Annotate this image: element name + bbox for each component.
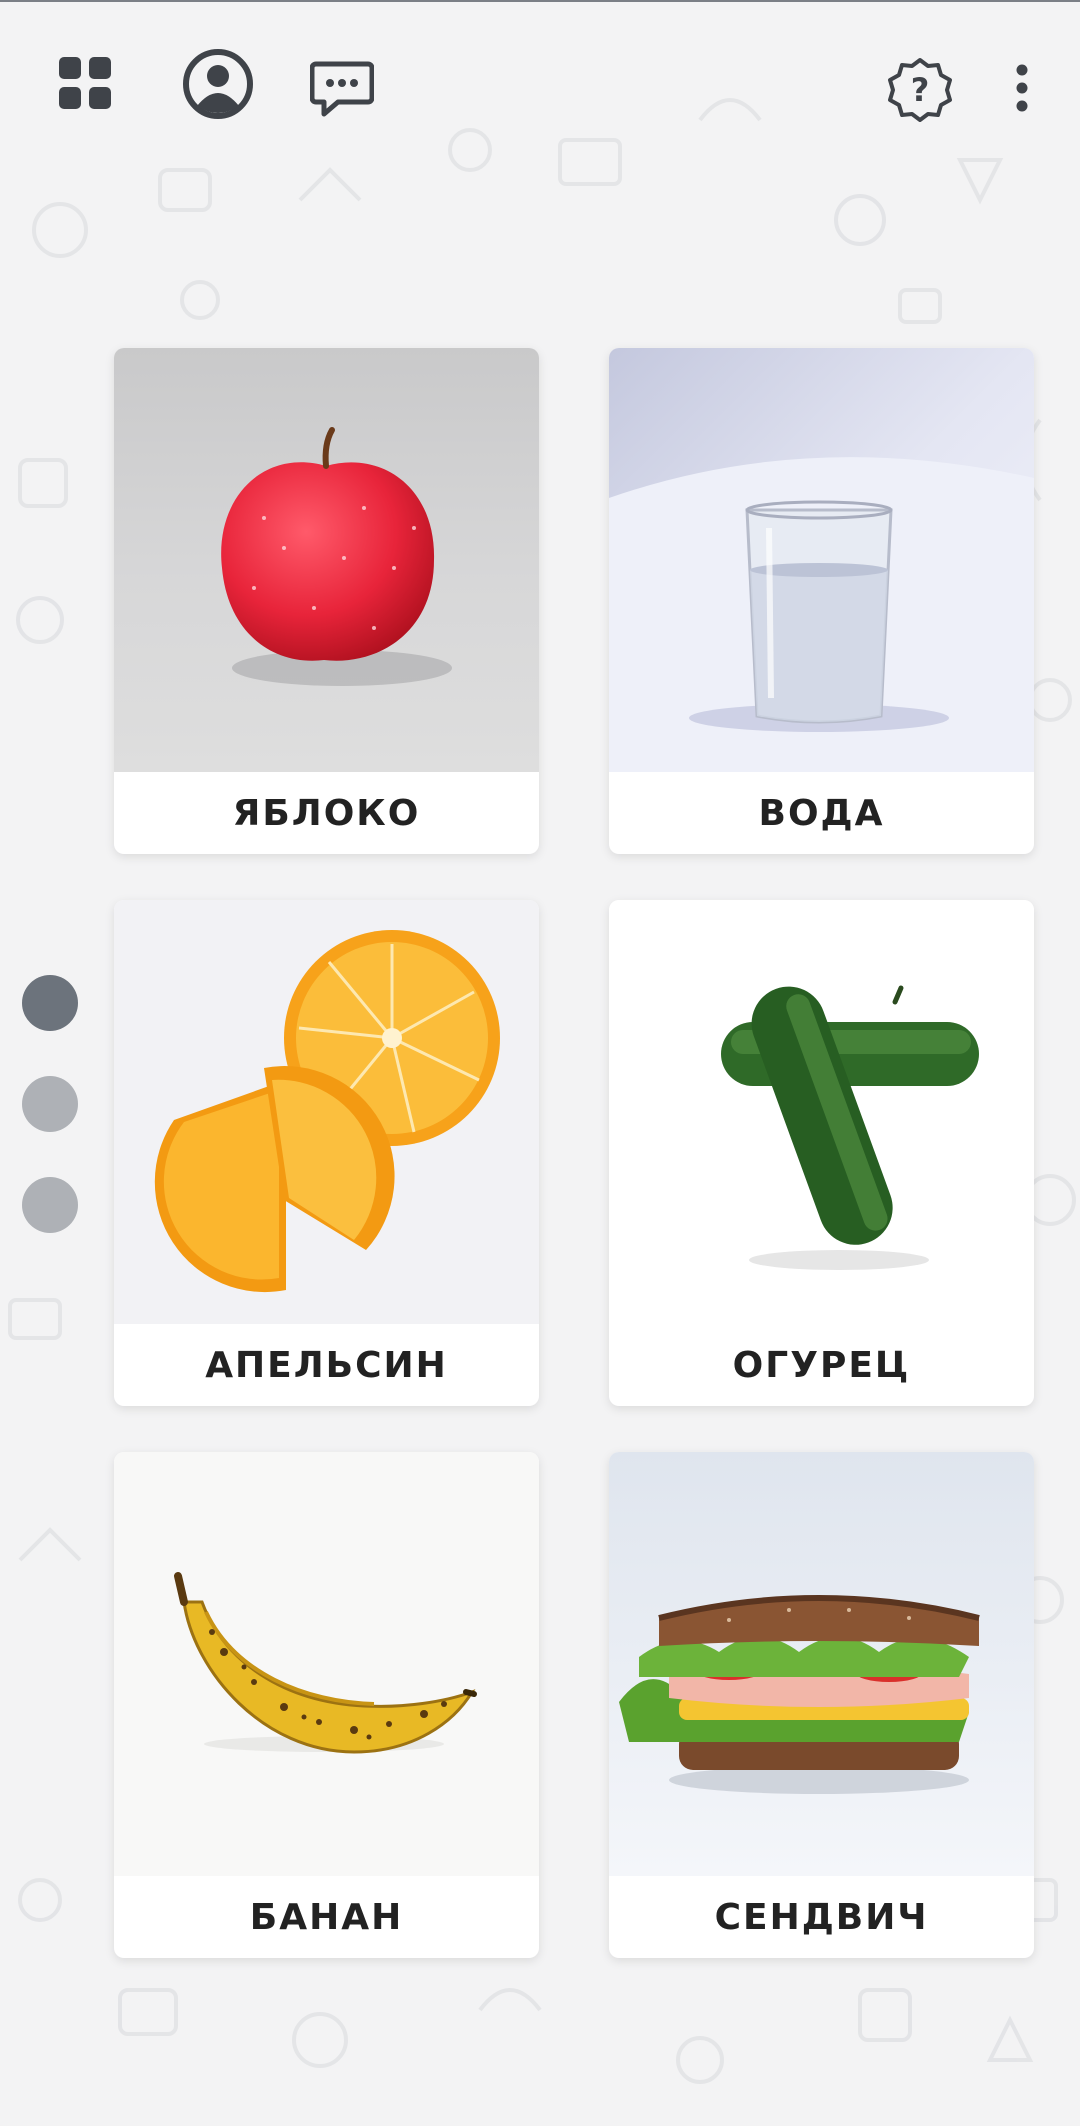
- more-vertical-icon: [1016, 64, 1028, 112]
- card-sandwich[interactable]: СЕНДВИЧ: [609, 1452, 1034, 1958]
- card-label: БАНАН: [249, 1896, 404, 1938]
- card-label: ЯБЛОКО: [232, 792, 421, 834]
- card-label: АПЕЛЬСИН: [205, 1344, 448, 1386]
- profile-button[interactable]: [178, 44, 258, 124]
- card-label: ОГУРЕЦ: [732, 1344, 911, 1386]
- grid-icon: [59, 57, 111, 109]
- chat-icon: [310, 61, 374, 117]
- glass-of-water-image: [609, 348, 1034, 772]
- page-dot-3[interactable]: [22, 1177, 78, 1233]
- card-label: ВОДА: [758, 792, 885, 834]
- apple-image: [114, 348, 539, 772]
- top-divider: [0, 0, 1080, 2]
- page-dot-1[interactable]: [22, 975, 78, 1031]
- more-options-button[interactable]: [1000, 52, 1044, 124]
- page-indicator: [22, 975, 78, 1278]
- cucumber-image: [609, 900, 1034, 1324]
- card-label: СЕНДВИЧ: [714, 1896, 929, 1938]
- card-water[interactable]: ВОДА: [609, 348, 1034, 854]
- profile-icon: [183, 49, 253, 119]
- help-glyph: ?: [911, 71, 930, 109]
- card-orange[interactable]: АПЕЛЬСИН: [114, 900, 539, 1406]
- help-button[interactable]: ?: [880, 50, 960, 130]
- top-toolbar: ?: [0, 0, 1080, 170]
- card-banana[interactable]: БАНАН: [114, 1452, 539, 1958]
- page-dot-2[interactable]: [22, 1076, 78, 1132]
- help-icon: ?: [888, 58, 952, 122]
- chat-button[interactable]: [302, 52, 382, 124]
- grid-menu-button[interactable]: [52, 50, 118, 116]
- sandwich-image: [609, 1452, 1034, 1876]
- orange-image: [114, 900, 539, 1324]
- banana-image: [114, 1452, 539, 1876]
- card-cucumber[interactable]: ОГУРЕЦ: [609, 900, 1034, 1406]
- card-apple[interactable]: ЯБЛОКО: [114, 348, 539, 854]
